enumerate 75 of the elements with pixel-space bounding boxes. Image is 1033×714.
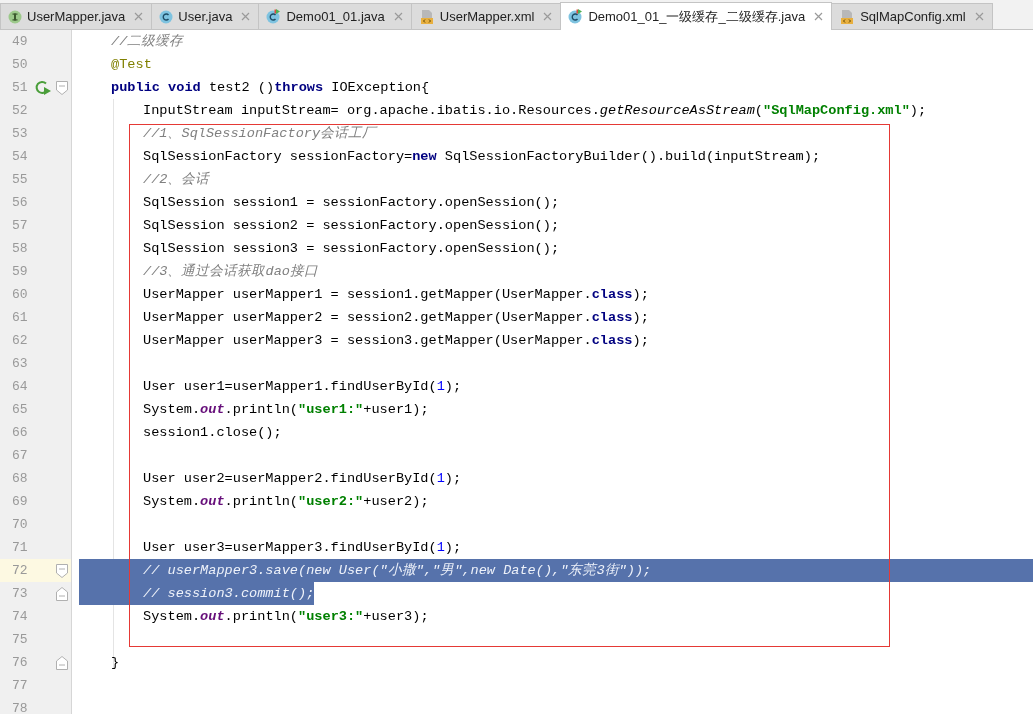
- code-line: }: [111, 654, 120, 672]
- line-number: 55: [11, 172, 29, 187]
- line-number: 58: [11, 241, 29, 256]
- close-icon[interactable]: [974, 12, 984, 21]
- close-icon[interactable]: [241, 12, 251, 21]
- line-number: 56: [11, 195, 29, 210]
- line-number: 49: [11, 34, 29, 49]
- xml-file-icon: [839, 8, 856, 25]
- file-tab[interactable]: UserMapper.xml: [410, 3, 562, 29]
- fold-icon[interactable]: [56, 563, 69, 578]
- code-line: //3、通过会话获取dao接口: [143, 262, 318, 281]
- fold-icon[interactable]: [56, 80, 69, 95]
- code-line: //二级缓存: [111, 32, 184, 51]
- line-number: 68: [11, 471, 29, 486]
- line-number: 50: [11, 57, 29, 72]
- line-number: 71: [11, 540, 29, 555]
- code-line: //1、SqlSessionFactory会话工厂: [143, 125, 377, 143]
- xml-file-icon: [418, 8, 435, 25]
- interface-file-icon: [8, 9, 22, 24]
- line-number: 53: [11, 126, 29, 141]
- code-line: //2、会话: [143, 171, 210, 189]
- code-line: public void test2 ()throws IOException{: [111, 79, 430, 97]
- fold-icon[interactable]: [56, 586, 69, 601]
- code-line: System.out.println("user1:"+user1);: [143, 401, 429, 419]
- code-line: SqlSession session3 = sessionFactory.openSession();: [143, 240, 560, 258]
- line-number: 69: [11, 494, 29, 509]
- line-number: 74: [11, 609, 29, 624]
- code-line: @Test: [111, 56, 152, 74]
- line-number: 63: [11, 356, 29, 371]
- code-line: System.out.println("user2:"+user2);: [143, 493, 429, 511]
- line-number: 54: [11, 149, 29, 164]
- class-file-icon: [266, 9, 282, 24]
- file-tab[interactable]: SqlMapConfig.xml: [831, 3, 993, 29]
- line-number: 73: [11, 586, 29, 601]
- class-file-icon: [159, 9, 174, 24]
- code-line: UserMapper userMapper1 = session1.getMapper(UserMapper.class);: [143, 286, 649, 304]
- line-number: 60: [11, 287, 29, 302]
- close-icon[interactable]: [393, 12, 403, 21]
- file-tab[interactable]: User.java: [151, 3, 260, 29]
- code-line: SqlSession session1 = sessionFactory.openSession();: [143, 194, 560, 212]
- line-number: 72: [11, 563, 29, 578]
- code-line: User user1=userMapper1.findUserById(1);: [143, 378, 462, 396]
- line-number: 59: [11, 264, 29, 279]
- close-icon[interactable]: [814, 12, 824, 21]
- file-tab[interactable]: Demo01_01_一级缓存_二级缓存.java: [560, 2, 833, 30]
- line-number: 57: [11, 218, 29, 233]
- code-line: User user2=userMapper2.findUserById(1);: [143, 470, 462, 488]
- file-tab[interactable]: Demo01_01.java: [258, 3, 412, 29]
- line-number: 66: [11, 425, 29, 440]
- line-number: 51: [11, 80, 29, 95]
- code-line: System.out.println("user3:"+user3);: [143, 608, 429, 626]
- file-tab[interactable]: UserMapper.java: [0, 3, 153, 29]
- line-number: 76: [11, 655, 29, 670]
- line-number: 70: [11, 517, 29, 532]
- code-line: session1.close();: [143, 424, 282, 442]
- code-line: UserMapper userMapper3 = session3.getMapper(UserMapper.class);: [143, 332, 649, 350]
- code-line: InputStream inputStream= org.apache.ibatis.io.Resources.getResourceAsStream("SqlMapConfig.xml");: [143, 102, 927, 120]
- line-number: 65: [11, 402, 29, 417]
- close-icon[interactable]: [543, 12, 553, 21]
- line-number: 52: [11, 103, 29, 118]
- line-number: 67: [11, 448, 29, 463]
- code-line: UserMapper userMapper2 = session2.getMapper(UserMapper.class);: [143, 309, 649, 327]
- code-line: User user3=userMapper3.findUserById(1);: [143, 539, 462, 557]
- line-number: 64: [11, 379, 29, 394]
- line-number: 78: [11, 701, 29, 714]
- close-icon[interactable]: [134, 12, 144, 21]
- code-line: SqlSessionFactory sessionFactory=new SqlSessionFactoryBuilder().build(inputStream);: [143, 148, 821, 166]
- code-line: SqlSession session2 = sessionFactory.openSession();: [143, 217, 560, 235]
- run-icon[interactable]: [33, 78, 52, 97]
- line-number: 75: [11, 632, 29, 647]
- line-number: 77: [11, 678, 29, 693]
- class-file-icon: [568, 9, 584, 24]
- line-number: 61: [11, 310, 29, 325]
- fold-icon[interactable]: [56, 655, 69, 670]
- line-number: 62: [11, 333, 29, 348]
